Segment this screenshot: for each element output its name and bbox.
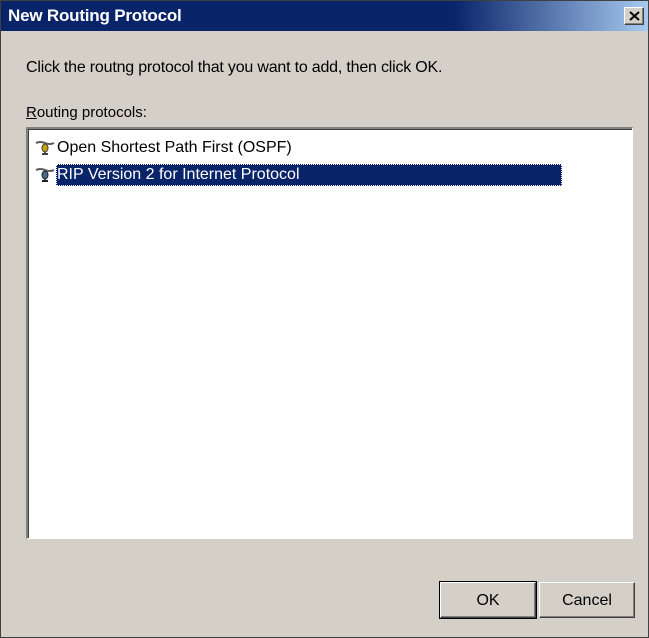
- list-item-ospf[interactable]: Open Shortest Path First (OSPF): [34, 137, 295, 159]
- list-item-rip-v2[interactable]: RIP Version 2 for Internet Protocol: [34, 164, 562, 186]
- close-button[interactable]: [624, 7, 644, 25]
- list-item-label: Open Shortest Path First (OSPF): [57, 139, 292, 156]
- label-text: outing protocols:: [36, 104, 147, 121]
- title-bar[interactable]: New Routing Protocol: [1, 1, 648, 31]
- routing-protocol-icon: [34, 165, 56, 185]
- instruction-text: Click the routng protocol that you want …: [26, 59, 443, 76]
- ok-button[interactable]: OK: [439, 581, 537, 619]
- routing-protocols-label: Routing protocols:: [26, 104, 147, 121]
- cancel-button[interactable]: Cancel: [539, 582, 635, 618]
- list-item-label: RIP Version 2 for Internet Protocol: [56, 164, 562, 186]
- dialog-title: New Routing Protocol: [8, 6, 182, 25]
- close-icon: [629, 11, 640, 21]
- routing-protocol-icon: [34, 138, 56, 158]
- new-routing-protocol-dialog: New Routing Protocol Click the routng pr…: [0, 0, 649, 638]
- routing-protocols-list[interactable]: Open Shortest Path First (OSPF) RIP Vers…: [26, 127, 633, 539]
- label-accelerator: R: [26, 104, 37, 121]
